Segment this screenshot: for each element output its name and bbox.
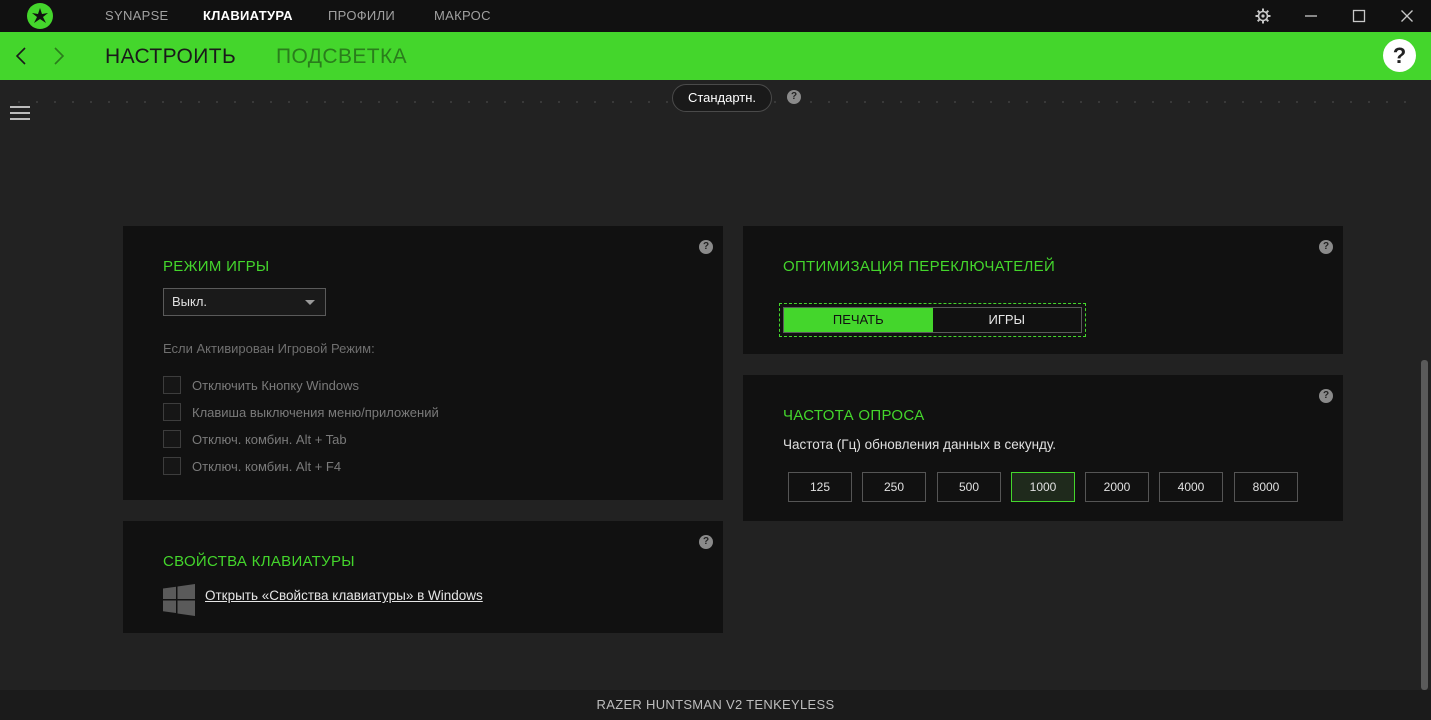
polling-description: Частота (Гц) обновления данных в секунду… (783, 437, 1057, 452)
windows-logo-icon (163, 584, 195, 616)
gear-icon (1255, 8, 1271, 24)
rate-125-button[interactable]: 125 (788, 472, 852, 502)
device-status-bar: RAZER HUNTSMAN V2 TENKEYLESS (0, 690, 1431, 720)
option-label: Отключ. комбин. Alt + F4 (192, 458, 342, 474)
option-disable-alt-f4[interactable]: Отключ. комбин. Alt + F4 (163, 457, 341, 475)
hamburger-menu-icon[interactable] (10, 104, 30, 122)
keyboard-properties-panel: ? СВОЙСТВА КЛАВИАТУРЫ Открыть «Свойства … (123, 521, 723, 633)
game-mode-help-icon[interactable]: ? (699, 240, 713, 254)
maximize-button[interactable] (1343, 0, 1375, 32)
switch-opt-toggle: ПЕЧАТЬ ИГРЫ (779, 303, 1086, 337)
checkbox[interactable] (163, 376, 181, 394)
checkbox[interactable] (163, 403, 181, 421)
close-icon (1401, 10, 1413, 22)
game-mode-title: РЕЖИМ ИГРЫ (163, 258, 270, 275)
tab-synapse[interactable]: SYNAPSE (105, 0, 169, 32)
open-keyboard-properties-link[interactable]: Открыть «Свойства клавиатуры» в Windows (205, 588, 483, 603)
game-mode-select-value: Выкл. (172, 294, 208, 309)
settings-button[interactable] (1247, 0, 1279, 32)
game-mode-hint: Если Активирован Игровой Режим: (163, 341, 375, 356)
minimize-icon (1305, 15, 1317, 17)
tab-profiles[interactable]: ПРОФИЛИ (328, 0, 395, 32)
close-button[interactable] (1391, 0, 1423, 32)
tab-keyboard[interactable]: КЛАВИАТУРА (203, 0, 293, 32)
checkbox[interactable] (163, 430, 181, 448)
razer-logo-icon[interactable] (27, 3, 53, 29)
rate-4000-button[interactable]: 4000 (1159, 472, 1223, 502)
checkbox[interactable] (163, 457, 181, 475)
subtab-customize[interactable]: НАСТРОИТЬ (105, 32, 236, 80)
segmented-control: ПЕЧАТЬ ИГРЫ (783, 307, 1082, 333)
option-disable-windows-key[interactable]: Отключить Кнопку Windows (163, 376, 359, 394)
help-icon[interactable]: ? (1383, 39, 1416, 72)
option-label: Отключ. комбин. Alt + Tab (192, 431, 347, 447)
tab-macros[interactable]: МАКРОС (434, 0, 491, 32)
forward-button[interactable] (47, 40, 71, 72)
profile-selector[interactable]: Стандартн. (672, 84, 772, 112)
title-bar: SYNAPSE КЛАВИАТУРА ПРОФИЛИ МАКРОС (0, 0, 1431, 32)
rate-1000-button[interactable]: 1000 (1011, 472, 1075, 502)
polling-rate-panel: ? ЧАСТОТА ОПРОСА Частота (Гц) обновления… (743, 375, 1343, 521)
game-mode-select[interactable]: Выкл. (163, 288, 326, 316)
typing-mode-button[interactable]: ПЕЧАТЬ (784, 308, 933, 332)
profile-help-icon[interactable]: ? (787, 90, 801, 104)
polling-help-icon[interactable]: ? (1319, 389, 1333, 403)
switch-opt-title: ОПТИМИЗАЦИЯ ПЕРЕКЛЮЧАТЕЛЕЙ (783, 258, 1056, 275)
back-button[interactable] (9, 40, 33, 72)
sub-navigation-bar: НАСТРОИТЬ ПОДСВЕТКА (0, 32, 1431, 80)
switch-optimization-panel: ? ОПТИМИЗАЦИЯ ПЕРЕКЛЮЧАТЕЛЕЙ ПЕЧАТЬ ИГРЫ (743, 226, 1343, 354)
option-disable-alt-tab[interactable]: Отключ. комбин. Alt + Tab (163, 430, 347, 448)
subtab-lighting[interactable]: ПОДСВЕТКА (276, 32, 407, 80)
rate-2000-button[interactable]: 2000 (1085, 472, 1149, 502)
minimize-button[interactable] (1295, 0, 1327, 32)
razer-synapse-window: SYNAPSE КЛАВИАТУРА ПРОФИЛИ МАКРОС НАСТРО… (0, 0, 1431, 720)
option-disable-menu-key[interactable]: Клавиша выключения меню/приложений (163, 403, 439, 421)
maximize-icon (1352, 9, 1366, 23)
forward-arrow-icon (54, 47, 65, 65)
game-mode-panel: ? РЕЖИМ ИГРЫ Выкл. Если Активирован Игро… (123, 226, 723, 500)
rate-500-button[interactable]: 500 (937, 472, 1001, 502)
switch-opt-help-icon[interactable]: ? (1319, 240, 1333, 254)
back-arrow-icon (15, 47, 26, 65)
dropdown-caret-icon (305, 300, 315, 305)
polling-title: ЧАСТОТА ОПРОСА (783, 407, 925, 424)
gaming-mode-button[interactable]: ИГРЫ (932, 308, 1081, 332)
rate-250-button[interactable]: 250 (862, 472, 926, 502)
option-label: Отключить Кнопку Windows (192, 377, 360, 393)
keyboard-props-title: СВОЙСТВА КЛАВИАТУРЫ (163, 553, 355, 570)
scrollbar[interactable] (1421, 360, 1428, 690)
keyboard-props-help-icon[interactable]: ? (699, 535, 713, 549)
rate-8000-button[interactable]: 8000 (1234, 472, 1298, 502)
option-label: Клавиша выключения меню/приложений (192, 404, 439, 420)
